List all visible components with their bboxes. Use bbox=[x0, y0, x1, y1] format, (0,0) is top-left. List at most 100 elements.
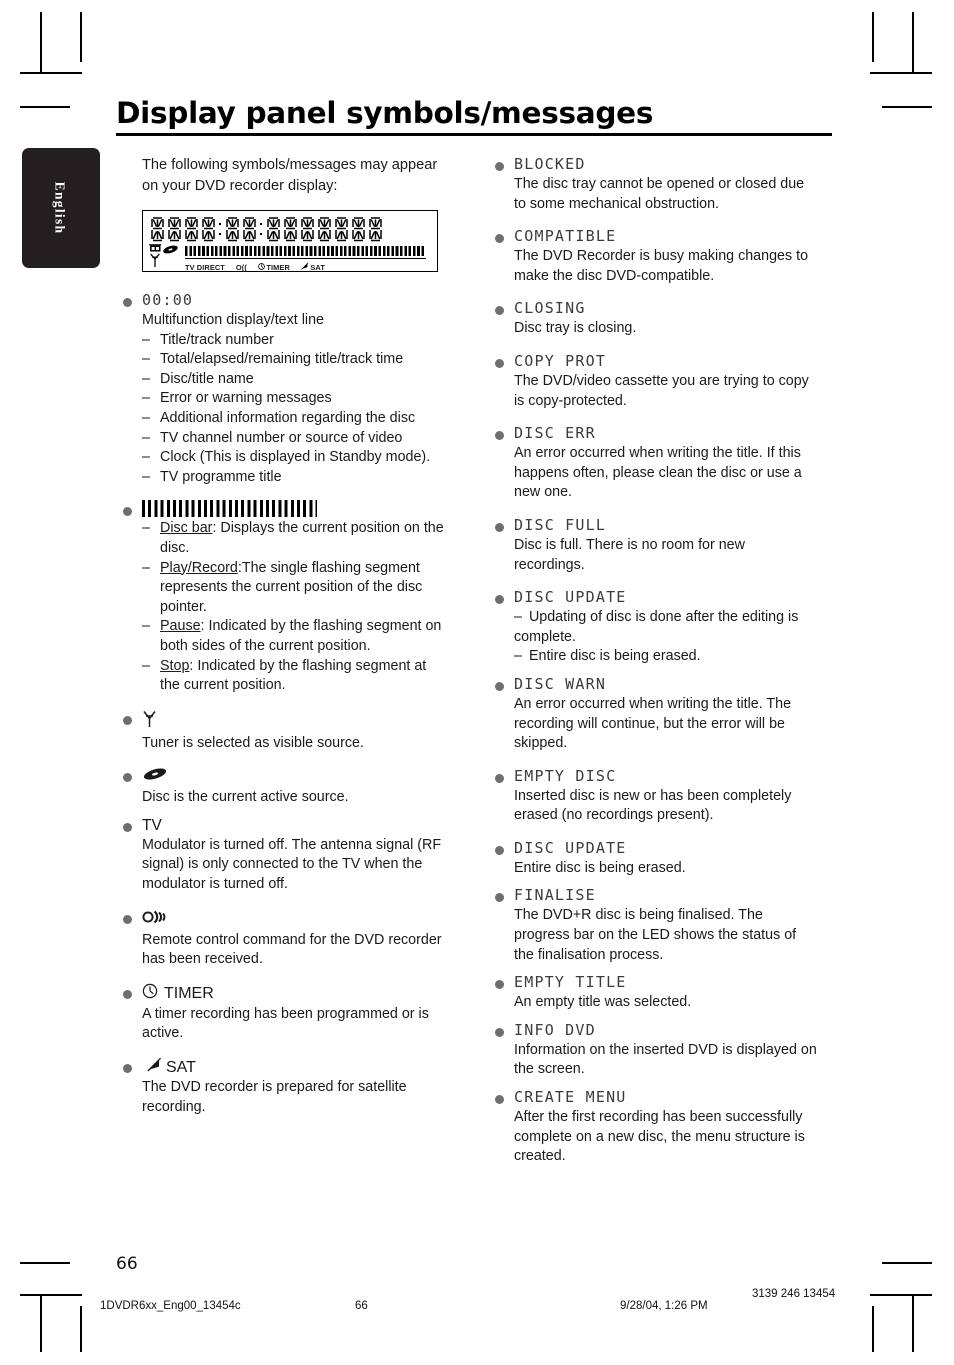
list-item: EMPTY DISC Inserted disc is new or has b… bbox=[488, 767, 818, 826]
crop-mark-top-left-h2 bbox=[20, 106, 70, 108]
antenna-symbol bbox=[142, 709, 446, 733]
crop-mark-top-right-v bbox=[912, 12, 914, 74]
list-item: – Pause: Indicated by the flashing segmen… bbox=[142, 618, 442, 654]
crop-mark-bottom-left-h2 bbox=[20, 1262, 70, 1264]
list-item: COPY PROT The DVD/video cassette you are… bbox=[488, 352, 818, 411]
dash-marker: – bbox=[142, 559, 150, 576]
display-message-label: CLOSING bbox=[514, 299, 586, 318]
list-item: DISC UPDATE Entire disc is being erased. bbox=[488, 839, 818, 879]
list-item: DISC FULL Disc is full. There is no room… bbox=[488, 516, 818, 575]
bullet-dot bbox=[123, 822, 132, 832]
footer-page: 66 bbox=[355, 1300, 368, 1312]
list-item-body: Information on the inserted DVD is displ… bbox=[514, 1041, 817, 1078]
list-item-body: Disc is the current active source. bbox=[142, 789, 349, 806]
segment-char bbox=[242, 216, 257, 243]
sat-label: SAT bbox=[142, 1057, 446, 1077]
footer-filename: 1DVDR6xx_Eng00_13454c bbox=[100, 1300, 241, 1312]
list-item: BLOCKED The disc tray cannot be opened o… bbox=[488, 155, 818, 214]
bullet-dot bbox=[495, 162, 504, 171]
list-item: COMPATIBLE The DVD Recorder is busy maki… bbox=[488, 227, 818, 286]
tv-label: TV bbox=[142, 816, 162, 834]
bullet-dot bbox=[495, 980, 504, 990]
list-item-body: The DVD Recorder is busy making changes … bbox=[514, 248, 809, 284]
list-item-body: Disc is full. There is no room for new r… bbox=[514, 536, 745, 573]
page-number: 66 bbox=[116, 1254, 138, 1274]
bullet-dot bbox=[495, 773, 504, 783]
display-message-label: DISC FULL bbox=[514, 515, 607, 534]
dash-marker: – bbox=[142, 429, 150, 446]
crop-mark-top-left-h bbox=[20, 72, 82, 74]
list-item-body: A timer recording has been programmed or… bbox=[142, 1005, 429, 1042]
crop-mark-top-right-h2 bbox=[882, 106, 932, 108]
list-item-body: Remote control command for the DVD recor… bbox=[142, 931, 442, 968]
bullet-dot bbox=[123, 507, 132, 517]
term-label: Stop bbox=[160, 657, 190, 674]
list-item-body: The DVD/video cassette you are trying to… bbox=[514, 372, 809, 409]
crop-mark-top-right-v2 bbox=[872, 12, 874, 62]
display-message-label: EMPTY DISC bbox=[514, 766, 617, 785]
remote-symbol bbox=[142, 908, 446, 930]
bullet-dot bbox=[495, 431, 504, 441]
display-message-label: CREATE MENU bbox=[514, 1088, 627, 1107]
dash-marker: – bbox=[142, 618, 150, 635]
display-panel-digits bbox=[150, 216, 385, 243]
dash-marker: – bbox=[142, 409, 150, 426]
print-footer: 1DVDR6xx_Eng00_13454c 66 9/28/04, 1:26 P… bbox=[0, 1288, 954, 1324]
dash-marker: – bbox=[514, 648, 522, 665]
list-item: – Clock (This is displayed in Standby mod… bbox=[142, 448, 446, 468]
bullet-dot bbox=[495, 845, 504, 855]
right-column: BLOCKED The disc tray cannot be opened o… bbox=[488, 155, 818, 1167]
display-message-label: DISC UPDATE bbox=[514, 838, 627, 857]
bullet-dot bbox=[123, 715, 132, 725]
list-item: TV Modulator is turned off. The antenna … bbox=[116, 816, 446, 895]
disc-icon bbox=[163, 245, 178, 254]
list-item-body: After the first recording has been succe… bbox=[514, 1109, 805, 1165]
dash-marker: – bbox=[142, 657, 150, 674]
list-item: DISC UPDATE – Updating of disc is done af… bbox=[488, 588, 818, 667]
page-title: Display panel symbols/messages bbox=[116, 96, 654, 130]
list-item: CLOSING Disc tray is closing. bbox=[488, 299, 818, 339]
list-item-body: An error occurred when writing the title… bbox=[514, 695, 792, 752]
list-item: – TV programme title bbox=[142, 468, 446, 488]
sat-label-text: SAT bbox=[166, 1058, 196, 1076]
language-tab: English bbox=[22, 148, 100, 268]
list-item-body: Inserted disc is new or has been complet… bbox=[514, 787, 792, 824]
display-message-label: DISC UPDATE bbox=[514, 588, 627, 607]
list-item-body: Tuner is selected as visible source. bbox=[142, 734, 364, 751]
bullet-dot bbox=[495, 358, 504, 368]
satellite-icon bbox=[147, 1057, 162, 1077]
list-item: SAT The DVD recorder is prepared for sat… bbox=[116, 1057, 446, 1117]
list-item: DISC WARN An error occurred when writing… bbox=[488, 675, 818, 754]
bullet-dot bbox=[123, 298, 132, 307]
segment-char bbox=[283, 216, 298, 243]
display-message-label: DISC WARN bbox=[514, 674, 607, 693]
segment-colon bbox=[218, 216, 223, 243]
list-item-body: The DVD+R disc is being finalised. The p… bbox=[514, 907, 797, 963]
segment-char bbox=[300, 216, 315, 243]
crop-mark-top-left-v2 bbox=[80, 12, 82, 62]
list-item-body: Multifunction display/text line bbox=[142, 312, 324, 328]
bullet-dot bbox=[495, 681, 504, 691]
list-item: Disc is the current active source. bbox=[116, 766, 446, 808]
dash-marker: – bbox=[142, 331, 150, 348]
sub-list: – Title/track number – Total/elapsed/remai… bbox=[142, 331, 446, 488]
label-timer: TIMER bbox=[258, 263, 290, 272]
list-item: – Additional information regarding the di… bbox=[142, 409, 446, 429]
bullet-dot bbox=[123, 773, 132, 783]
list-item: – Stop: Indicated by the flashing segment… bbox=[142, 657, 427, 694]
display-message-label: COPY PROT bbox=[514, 351, 607, 370]
bullet-dot bbox=[495, 1095, 504, 1105]
list-item: INFO DVD Information on the inserted DVD… bbox=[488, 1021, 818, 1080]
list-item: DISC ERR An error occurred when writing … bbox=[488, 424, 818, 503]
crop-mark-bottom-right-h bbox=[870, 1294, 932, 1296]
sub-list: – Updating of disc is done after the edit… bbox=[514, 608, 818, 667]
timer-label: TIMER bbox=[142, 983, 446, 1004]
dash-marker: – bbox=[142, 370, 150, 387]
bullet-dot bbox=[123, 1064, 132, 1074]
segment-colon bbox=[259, 216, 264, 243]
bullet-dot bbox=[123, 914, 132, 924]
list-item: Tuner is selected as visible source. bbox=[116, 709, 446, 754]
remote-icon bbox=[142, 908, 168, 930]
timer-label-text: TIMER bbox=[164, 984, 214, 1002]
list-item: – Error or warning messages bbox=[142, 389, 446, 409]
